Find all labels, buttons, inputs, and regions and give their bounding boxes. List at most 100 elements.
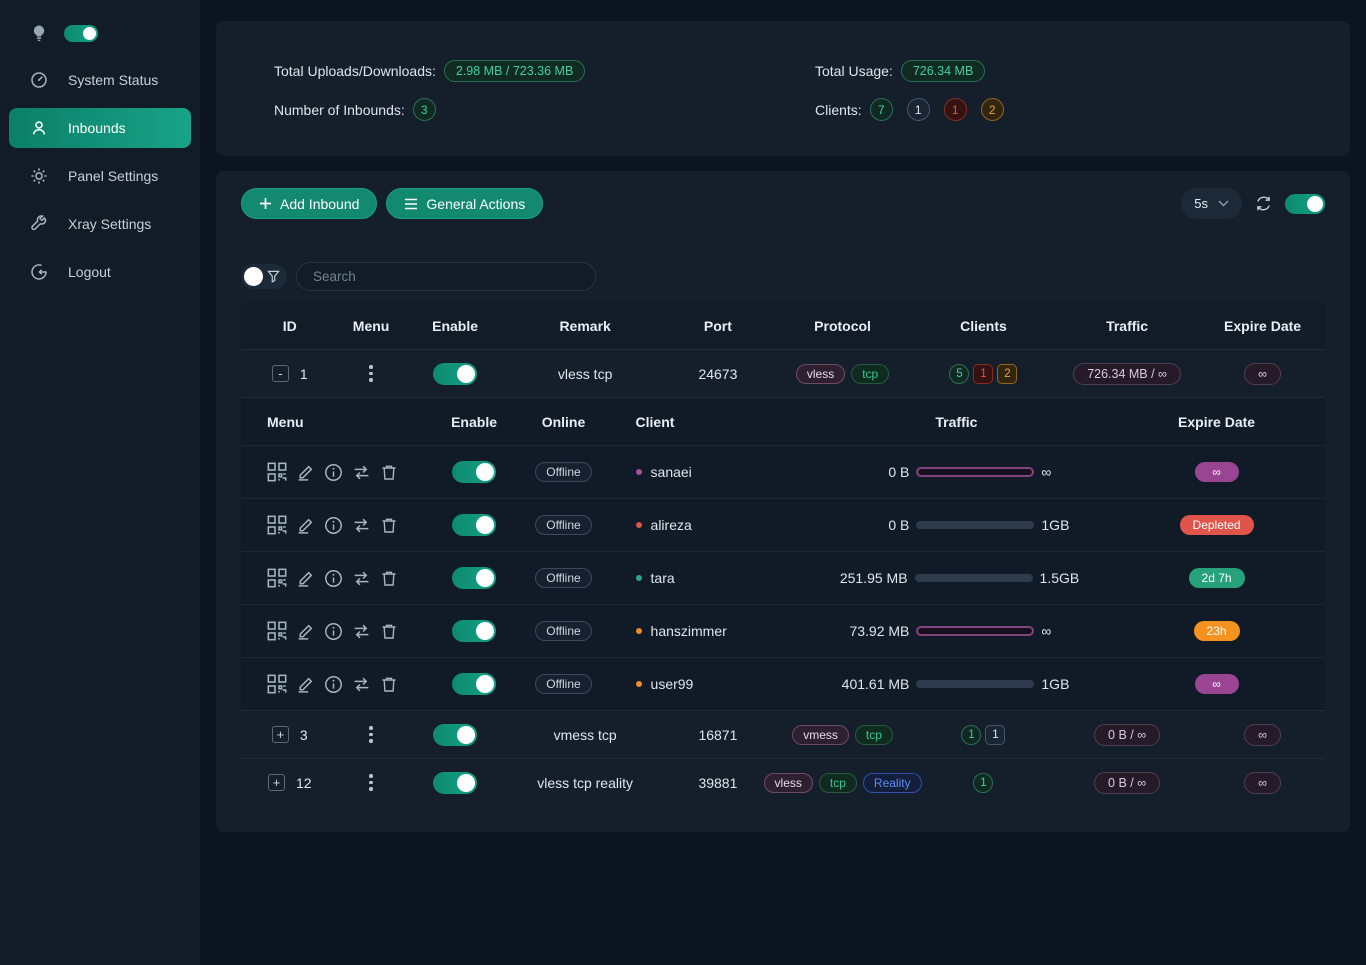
trash-icon[interactable] (380, 622, 398, 641)
qr-code-icon[interactable] (267, 462, 287, 482)
clients-active-count: 1 (961, 725, 981, 745)
auto-refresh-toggle[interactable] (1285, 194, 1325, 214)
id-cell: + 12 (241, 774, 339, 791)
client-enable-toggle[interactable] (452, 567, 496, 589)
traffic-cell: 0 B / ∞ (1054, 772, 1200, 794)
qr-code-icon[interactable] (267, 515, 287, 535)
client-name-cell: sanaei (610, 464, 805, 480)
client-name-cell: user99 (610, 676, 805, 692)
kebab-menu-icon[interactable] (363, 770, 379, 795)
search-input[interactable] (296, 262, 596, 291)
user-icon (30, 119, 48, 137)
filter-toggle-knob (244, 267, 263, 286)
reset-traffic-icon[interactable] (352, 622, 371, 641)
client-name: hanszimmer (651, 623, 727, 639)
traffic-used: 251.95 MB (834, 570, 908, 586)
info-icon[interactable] (324, 516, 343, 535)
info-icon[interactable] (324, 463, 343, 482)
sidebar-item-logout[interactable]: Logout (0, 248, 200, 296)
trash-icon[interactable] (380, 463, 398, 482)
theme-switch[interactable] (64, 25, 98, 42)
edit-icon[interactable] (296, 675, 315, 694)
reset-traffic-icon[interactable] (352, 569, 371, 588)
reset-traffic-icon[interactable] (352, 516, 371, 535)
stat-label: Total Usage: (815, 63, 893, 79)
client-enable-toggle[interactable] (452, 620, 496, 642)
client-row-user99: Offline user99 401.61 MB 1GB (241, 657, 1325, 710)
client-actions (241, 568, 431, 588)
theme-toggle-row (0, 0, 200, 56)
total-uploads-downloads: Total Uploads/Downloads: 2.98 MB / 723.3… (274, 59, 815, 82)
trash-icon[interactable] (380, 675, 398, 694)
logout-icon (30, 263, 48, 281)
expand-row-button[interactable]: + (268, 774, 285, 791)
inbound-id: 12 (296, 775, 312, 791)
client-actions (241, 515, 431, 535)
wrench-icon (30, 215, 48, 233)
kebab-menu-icon[interactable] (363, 722, 379, 747)
sidebar-item-xray-settings[interactable]: Xray Settings (0, 200, 200, 248)
inbounds-count-badge: 3 (413, 98, 436, 121)
qr-code-icon[interactable] (267, 621, 287, 641)
protocol-badge-vless: vless (764, 773, 813, 793)
expand-row-button[interactable]: + (272, 726, 289, 743)
edit-icon[interactable] (296, 463, 315, 482)
client-actions (241, 462, 431, 482)
client-enable-toggle[interactable] (452, 461, 496, 483)
info-icon[interactable] (324, 569, 343, 588)
qr-code-icon[interactable] (267, 568, 287, 588)
edit-icon[interactable] (296, 622, 315, 641)
reset-traffic-icon[interactable] (352, 463, 371, 482)
inbound-enable-toggle[interactable] (433, 724, 477, 746)
add-inbound-button[interactable]: Add Inbound (241, 188, 377, 219)
traffic-cell: 0 B / ∞ (1054, 724, 1200, 746)
client-subtable: Menu Enable Online Client Traffic Expire… (241, 397, 1325, 710)
client-color-dot (636, 681, 642, 687)
edit-icon[interactable] (296, 516, 315, 535)
col-client-menu: Menu (241, 414, 431, 430)
collapse-row-button[interactable]: - (272, 365, 289, 382)
client-name: user99 (651, 676, 694, 692)
client-expire-cell: ∞ (1108, 462, 1325, 482)
inbounds-table: ID Menu Enable Remark Port Protocol Clie… (241, 302, 1325, 806)
col-remark: Remark (507, 318, 664, 334)
filter-toggle[interactable] (241, 264, 287, 289)
sidebar-item-inbounds[interactable]: Inbounds (9, 108, 191, 148)
client-color-dot (636, 469, 642, 475)
client-traffic-cell: 401.61 MB 1GB (805, 676, 1109, 692)
client-online-cell: Offline (517, 515, 609, 535)
general-actions-button[interactable]: General Actions (386, 188, 543, 219)
traffic-bar (916, 467, 1034, 477)
reset-traffic-icon[interactable] (352, 675, 371, 694)
remark-cell: vmess tcp (507, 727, 664, 743)
trash-icon[interactable] (380, 516, 398, 535)
usage-value-badge: 726.34 MB (901, 60, 985, 82)
info-icon[interactable] (324, 675, 343, 694)
panel-toolbar: Add Inbound General Actions 5s (241, 188, 1325, 219)
protocol-badge-tcp: tcp (819, 773, 857, 793)
qr-code-icon[interactable] (267, 674, 287, 694)
inbound-enable-toggle[interactable] (433, 772, 477, 794)
traffic-limit: 1.5GB (1040, 570, 1080, 586)
client-enable-toggle[interactable] (452, 673, 496, 695)
kebab-menu-icon[interactable] (363, 361, 379, 386)
trash-icon[interactable] (380, 569, 398, 588)
client-enable-toggle[interactable] (452, 514, 496, 536)
online-status-badge: Offline (535, 674, 591, 694)
edit-icon[interactable] (296, 569, 315, 588)
refresh-icon[interactable] (1255, 195, 1272, 212)
sidebar-item-system-status[interactable]: System Status (0, 56, 200, 104)
clients-active-count: 1 (973, 773, 993, 793)
clients-depleted-count: 1 (973, 364, 993, 384)
clients-active-count: 5 (949, 364, 969, 384)
client-online-cell: Offline (517, 621, 609, 641)
port-cell: 16871 (664, 727, 772, 743)
col-clients: Clients (913, 318, 1054, 334)
client-enable-cell (431, 567, 518, 589)
info-icon[interactable] (324, 622, 343, 641)
col-expire-date: Expire Date (1200, 318, 1325, 334)
remark-cell: vless tcp (507, 366, 664, 382)
refresh-interval-select[interactable]: 5s (1181, 188, 1242, 219)
inbound-enable-toggle[interactable] (433, 363, 477, 385)
sidebar-item-panel-settings[interactable]: Panel Settings (0, 152, 200, 200)
